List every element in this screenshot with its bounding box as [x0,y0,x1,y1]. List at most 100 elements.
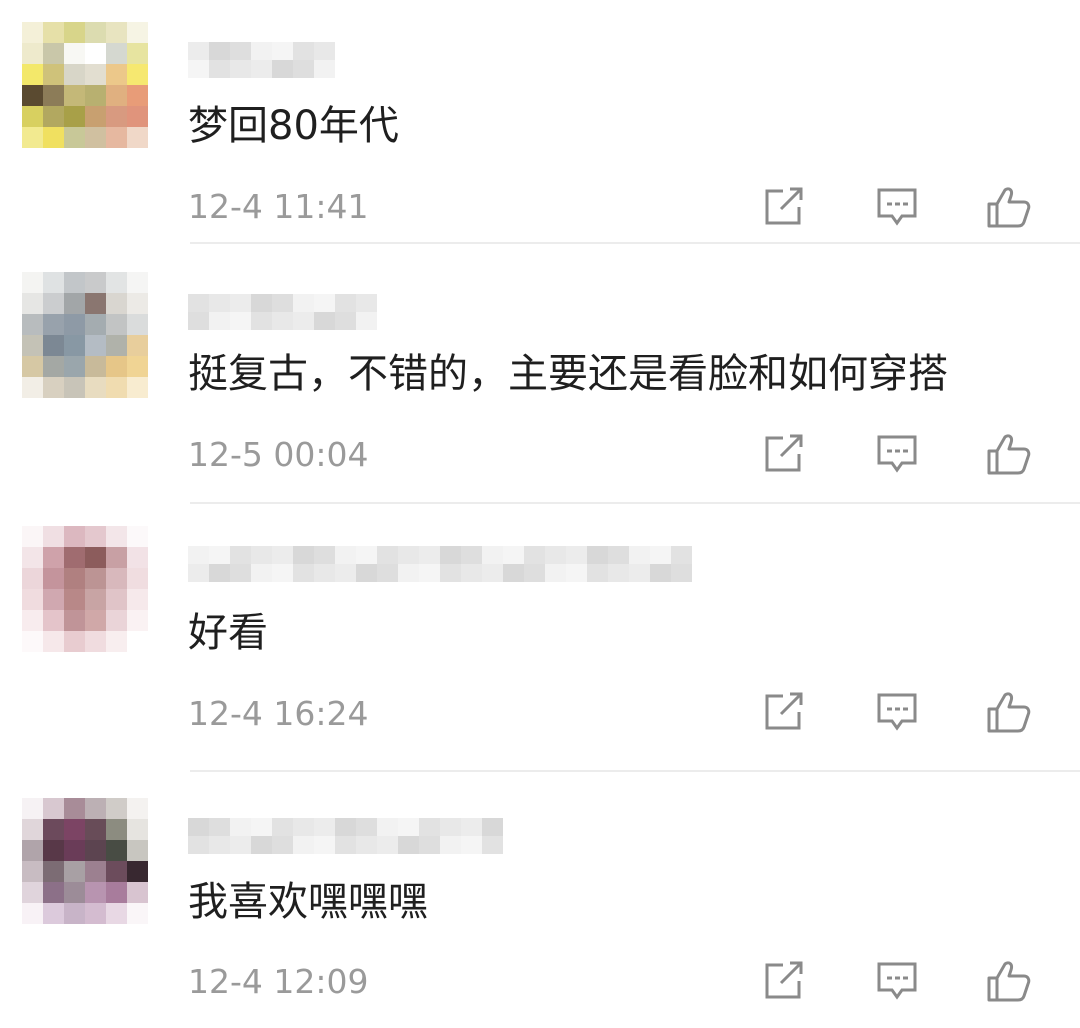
avatar-pixel [43,85,64,106]
avatar[interactable] [22,526,148,652]
name-pixel [356,818,377,836]
avatar-pixel [127,377,148,398]
avatar-pixel [106,526,127,547]
avatar-pixel [22,272,43,293]
avatar-pixel [43,631,64,652]
avatar-pixel [64,819,85,840]
avatar-pixel [106,882,127,903]
name-pixel [230,564,251,582]
avatar-pixel [43,610,64,631]
avatar-pixel [64,85,85,106]
avatar-pixel [43,43,64,64]
avatar-pixel [64,903,85,924]
name-pixel [356,564,377,582]
reply-icon [875,433,919,475]
name-pixel [188,836,209,854]
name-pixel [188,546,209,564]
avatar-pixel [43,64,64,85]
avatar-pixel [106,547,127,568]
name-pixel [524,564,545,582]
avatar-pixel [64,377,85,398]
name-pixel [608,564,629,582]
avatar[interactable] [22,22,148,148]
share-icon [761,186,805,228]
name-pixel [314,60,335,78]
avatar-pixel [43,568,64,589]
avatar-pixel [85,64,106,85]
name-pixel [608,546,629,564]
avatar-pixel [22,314,43,335]
name-pixel [230,294,251,312]
name-pixel [419,818,440,836]
avatar-pixel [43,589,64,610]
comment-time: 12-4 16:24 [188,694,369,733]
share-button[interactable] [757,686,809,738]
name-pixel [251,294,272,312]
avatar-pixel [22,127,43,148]
name-pixel [272,564,293,582]
avatar-pixel [22,589,43,610]
name-pixel [251,60,272,78]
name-pixel [650,564,671,582]
name-pixel [377,546,398,564]
name-pixel [440,546,461,564]
username-blurred[interactable] [188,818,503,854]
comment-text: 好看 [188,610,268,656]
like-button[interactable] [983,686,1035,738]
avatar-pixel [106,106,127,127]
name-pixel [545,564,566,582]
avatar-pixel [85,356,106,377]
reply-button[interactable] [871,181,923,233]
username-blurred[interactable] [188,546,692,582]
avatar-pixel [85,861,106,882]
avatar-pixel [22,377,43,398]
share-button[interactable] [757,428,809,480]
avatar-pixel [106,589,127,610]
share-button[interactable] [757,181,809,233]
avatar-pixel [85,798,106,819]
avatar-pixel [127,335,148,356]
avatar-pixel [127,631,148,652]
avatar-pixel [22,798,43,819]
like-icon [986,185,1032,229]
like-button[interactable] [983,428,1035,480]
name-pixel [419,564,440,582]
reply-button[interactable] [871,686,923,738]
avatar-pixel [22,106,43,127]
avatar-pixel [64,64,85,85]
comment-time: 12-4 11:41 [188,187,369,226]
name-pixel [209,60,230,78]
avatar[interactable] [22,272,148,398]
username-blurred[interactable] [188,42,335,78]
comment-text: 挺复古，不错的，主要还是看脸和如何穿搭 [188,351,948,397]
name-pixel [188,564,209,582]
name-pixel [209,312,230,330]
avatar-pixel [85,610,106,631]
avatar-pixel [106,819,127,840]
divider [190,502,1080,504]
like-button[interactable] [983,181,1035,233]
avatar-pixel [85,314,106,335]
name-pixel [503,546,524,564]
username-blurred[interactable] [188,294,377,330]
name-pixel [209,836,230,854]
reply-button[interactable] [871,955,923,1007]
avatar-pixel [64,610,85,631]
name-pixel [356,836,377,854]
avatar-pixel [106,861,127,882]
comment-text: 梦回80年代 [188,103,399,149]
avatar-pixel [43,377,64,398]
reply-button[interactable] [871,428,923,480]
avatar[interactable] [22,798,148,924]
name-pixel [230,546,251,564]
like-button[interactable] [983,955,1035,1007]
share-button[interactable] [757,955,809,1007]
avatar-pixel [43,356,64,377]
avatar-pixel [43,106,64,127]
avatar-pixel [127,43,148,64]
name-pixel [461,836,482,854]
avatar-pixel [22,526,43,547]
avatar-pixel [106,798,127,819]
avatar-pixel [85,293,106,314]
avatar-pixel [43,22,64,43]
